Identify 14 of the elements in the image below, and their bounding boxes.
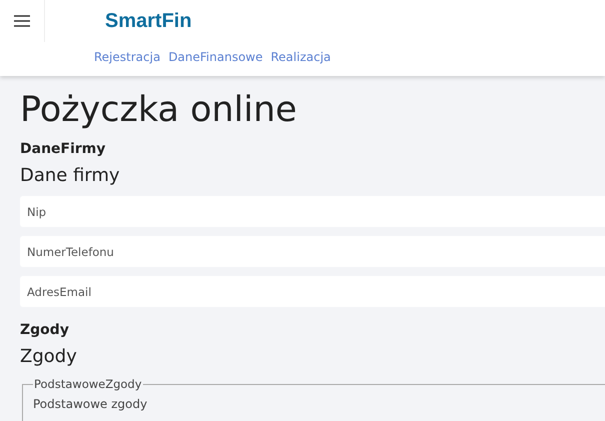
page-title: Pożyczka online xyxy=(20,89,298,132)
step-title: DaneFirmy xyxy=(20,140,107,158)
step-title: Zgody xyxy=(20,321,70,339)
nav-link[interactable]: DaneFinansowe xyxy=(168,50,263,64)
input-field[interactable]: Nip xyxy=(20,196,605,227)
nav-link[interactable]: Realizacja xyxy=(270,50,331,64)
group-legend: PodstawoweZgody xyxy=(33,377,143,391)
group-caption: Podstawowe zgody xyxy=(33,397,148,411)
nav-link[interactable]: Rejestracja xyxy=(94,50,160,64)
input-field[interactable]: AdresEmail xyxy=(20,276,605,307)
section-heading: Dane firmy xyxy=(20,164,121,188)
logo: SmartFin xyxy=(105,10,192,32)
section-heading: Zgody xyxy=(20,345,78,369)
input-field[interactable]: NumerTelefonu xyxy=(20,236,605,267)
